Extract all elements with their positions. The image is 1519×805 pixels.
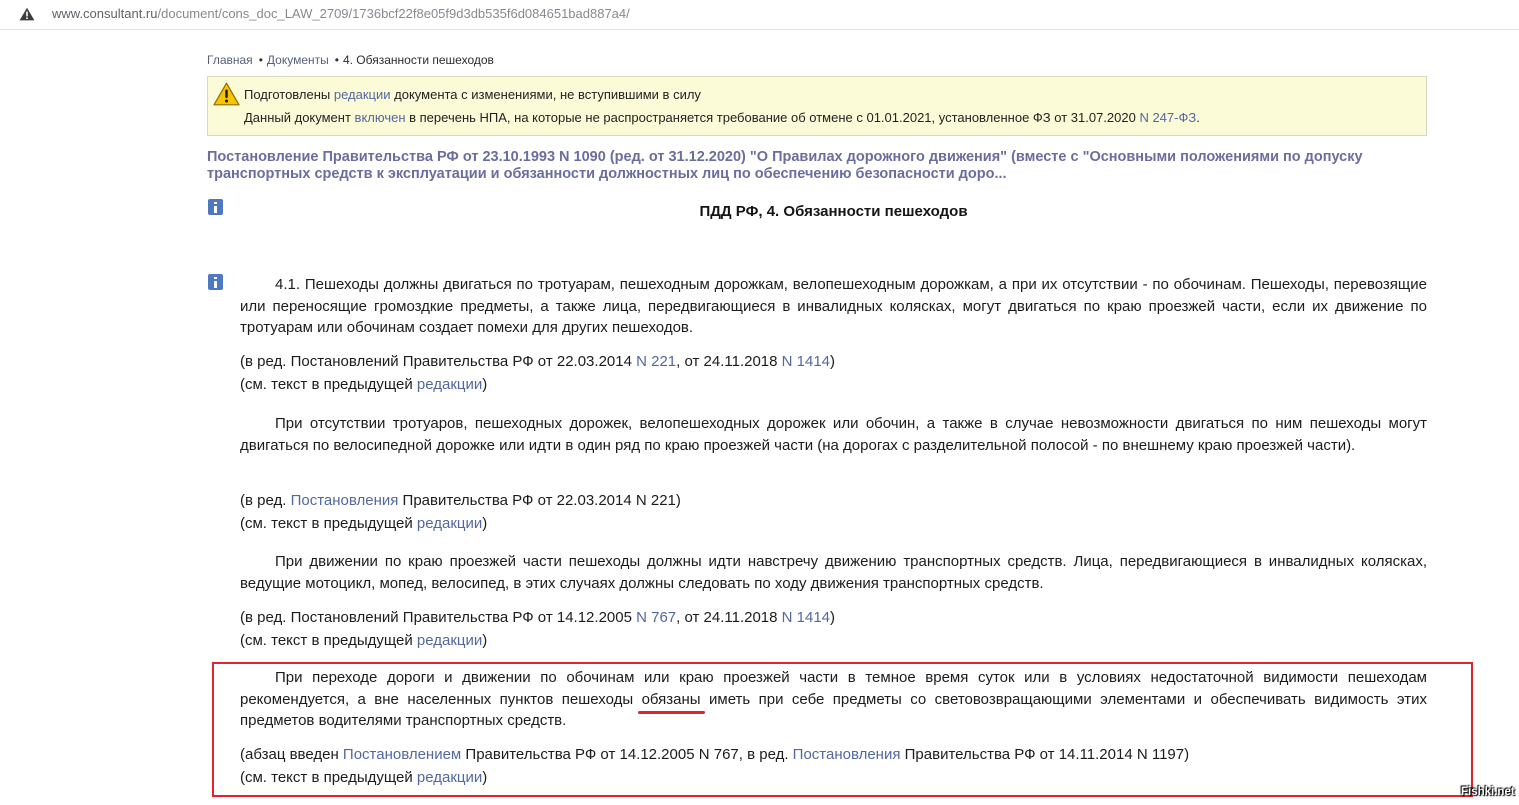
amendment-text: Правительства РФ от 14.11.2014 N 1197) — [900, 746, 1190, 763]
previous-edition-text: (см. текст в предыдущей — [240, 515, 417, 532]
amendment-text: ) — [830, 609, 836, 626]
notice-text: Данный документ — [244, 110, 355, 125]
info-icon[interactable] — [208, 199, 223, 215]
paragraph-no-sidewalk: При отсутствии тротуаров, пешеходных дор… — [240, 415, 1427, 454]
previous-edition-text: (см. текст в предыдущей — [240, 632, 417, 649]
resolution-link[interactable]: Постановлением — [343, 746, 461, 763]
paragraph-reflective-elements: При переходе дороги и движении по обочин… — [240, 667, 1427, 732]
paragraph-road-edge: При движении по краю проезжей части пеше… — [240, 553, 1427, 592]
previous-edition-text: ) — [482, 769, 488, 786]
document-title: Постановление Правительства РФ от 23.10.… — [207, 149, 1363, 182]
amendment-notes: (в ред. Постановлений Правительства РФ о… — [240, 606, 1427, 652]
notice-text: в перечень НПА, на которые не распростра… — [405, 110, 1140, 125]
previous-edition-text: (см. текст в предыдущей — [240, 769, 417, 786]
resolution-link[interactable]: N 1414 — [782, 609, 830, 626]
previous-edition-text: ) — [482, 632, 488, 649]
warning-triangle-icon[interactable] — [19, 7, 35, 21]
included-link[interactable]: включен — [355, 110, 406, 125]
amendment-text: , от 24.11.2018 — [676, 353, 782, 370]
resolution-link[interactable]: N 1414 — [782, 353, 830, 370]
amendment-text: , от 24.11.2018 — [676, 609, 782, 626]
url-field[interactable]: www.consultant.ru/document/cons_doc_LAW_… — [52, 6, 630, 22]
highlight-box: При переходе дороги и движении по обочин… — [212, 662, 1473, 797]
notice-line-npa: Данный документ включен в перечень НПА, … — [244, 110, 1200, 126]
notice-text: . — [1196, 110, 1200, 125]
amendment-text: (абзац введен — [240, 746, 343, 763]
paragraph-4-1: 4.1. Пешеходы должны двигаться по тротуа… — [240, 276, 1427, 336]
breadcrumb-separator: • — [258, 53, 263, 67]
amendment-notes: (абзац введен Постановлением Правительст… — [240, 743, 1427, 789]
address-bar: www.consultant.ru/document/cons_doc_LAW_… — [0, 0, 1519, 30]
breadcrumb: Главная • Документы • 4. Обязанности пешеход… — [207, 52, 494, 68]
resolution-link[interactable]: N 767 — [636, 609, 676, 626]
notice-line-editions: Подготовлены редакции документа с измене… — [244, 87, 701, 103]
previous-edition-link[interactable]: редакции — [417, 769, 482, 786]
breadcrumb-separator: • — [334, 53, 339, 67]
amendment-line: (в ред. Постановлений Правительства РФ о… — [240, 350, 1427, 373]
resolution-link[interactable]: Постановления — [793, 746, 901, 763]
breadcrumb-documents-link[interactable]: Документы — [267, 53, 329, 67]
previous-edition-link[interactable]: редакции — [417, 515, 482, 532]
edition-notice: Подготовлены редакции документа с измене… — [207, 76, 1427, 136]
url-path: /document/cons_doc_LAW_2709/1736bcf22f8e… — [157, 6, 630, 21]
amendment-text: Правительства РФ от 22.03.2014 N 221) — [398, 492, 681, 509]
previous-edition-text: ) — [482, 515, 488, 532]
amendment-line: (абзац введен Постановлением Правительст… — [240, 743, 1427, 766]
highlighted-word: обязаны — [641, 690, 701, 708]
law-247-link[interactable]: N 247-ФЗ — [1139, 110, 1196, 125]
previous-edition-text: (см. текст в предыдущей — [240, 376, 417, 393]
notice-text: документа с изменениями, не вступившими … — [390, 87, 701, 102]
info-icon[interactable] — [208, 274, 223, 290]
amendment-notes: (в ред. Постановлений Правительства РФ о… — [240, 350, 1427, 396]
previous-edition-line: (см. текст в предыдущей редакции) — [240, 629, 1427, 652]
previous-edition-line: (см. текст в предыдущей редакции) — [240, 512, 1427, 535]
watermark: Fishki.net — [1461, 786, 1515, 798]
amendment-text: (в ред. Постановлений Правительства РФ о… — [240, 609, 637, 626]
amendment-text: (в ред. Постановлений Правительства РФ о… — [240, 353, 637, 370]
previous-edition-link[interactable]: редакции — [417, 376, 482, 393]
section-heading: ПДД РФ, 4. Обязанности пешеходов — [699, 203, 968, 220]
amendment-text: (в ред. — [240, 492, 291, 509]
amendment-line: (в ред. Постановления Правительства РФ о… — [240, 489, 1427, 512]
notice-text: Подготовлены — [244, 87, 334, 102]
resolution-link[interactable]: Постановления — [291, 492, 399, 509]
previous-edition-text: ) — [482, 376, 488, 393]
resolution-link[interactable]: N 221 — [636, 353, 676, 370]
breadcrumb-current: 4. Обязанности пешеходов — [342, 53, 494, 67]
editions-link[interactable]: редакции — [334, 87, 391, 102]
previous-edition-line: (см. текст в предыдущей редакции) — [240, 766, 1427, 789]
warning-icon — [213, 82, 240, 106]
amendment-notes: (в ред. Постановления Правительства РФ о… — [240, 489, 1427, 535]
previous-edition-link[interactable]: редакции — [417, 632, 482, 649]
url-domain: www.consultant.ru — [52, 6, 158, 21]
amendment-line: (в ред. Постановлений Правительства РФ о… — [240, 606, 1427, 629]
breadcrumb-home-link[interactable]: Главная — [207, 53, 253, 67]
previous-edition-line: (см. текст в предыдущей редакции) — [240, 373, 1427, 396]
amendment-text: Правительства РФ от 14.12.2005 N 767, в … — [461, 746, 793, 763]
amendment-text: ) — [830, 353, 836, 370]
